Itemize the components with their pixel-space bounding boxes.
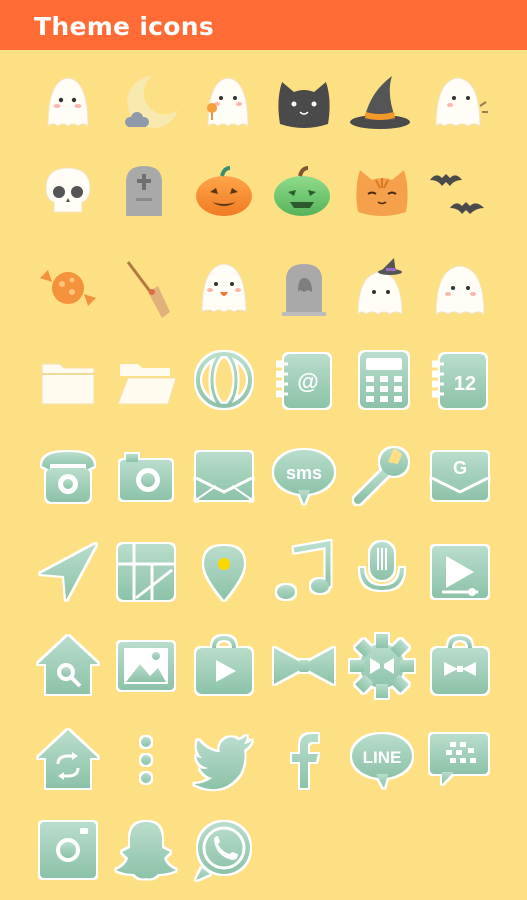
settings-gear-icon[interactable]: [350, 634, 414, 698]
home-sync-icon[interactable]: [36, 728, 100, 792]
location-pin-icon[interactable]: [192, 540, 256, 604]
ghost-witch-hat-icon[interactable]: [350, 256, 414, 320]
gravestone-cross-icon[interactable]: [112, 158, 176, 222]
microphone-icon[interactable]: [350, 540, 414, 604]
snapchat-icon[interactable]: [114, 818, 178, 882]
broom-icon[interactable]: [118, 256, 182, 320]
bowtie-bag-icon[interactable]: [428, 634, 492, 698]
moon-icon[interactable]: [120, 70, 184, 134]
globe-icon[interactable]: [192, 348, 256, 412]
page-title: Theme icons: [34, 12, 215, 41]
folder-open-icon[interactable]: [114, 348, 178, 412]
navigation-icon[interactable]: [36, 540, 100, 604]
ghost-icon[interactable]: [36, 70, 100, 134]
bowtie-icon[interactable]: [272, 634, 336, 698]
gallery-icon[interactable]: [114, 634, 178, 698]
ghost-tongue-icon[interactable]: [192, 256, 256, 320]
more-vertical-icon[interactable]: [114, 728, 178, 792]
candy-icon[interactable]: [36, 256, 100, 320]
bats-icon[interactable]: [428, 158, 492, 222]
line-label: LINE: [363, 748, 402, 767]
twitter-icon[interactable]: [192, 728, 256, 792]
skull-icon[interactable]: [36, 158, 100, 222]
facebook-icon[interactable]: [272, 728, 336, 792]
calculator-icon[interactable]: [352, 348, 416, 412]
header-bar: Theme icons: [0, 0, 527, 50]
phone-icon[interactable]: [36, 444, 100, 508]
black-cat-icon[interactable]: [272, 70, 336, 134]
calendar-icon[interactable]: 12: [428, 348, 492, 412]
ghost-plain-icon[interactable]: [428, 256, 492, 320]
orange-cat-icon[interactable]: [350, 158, 414, 222]
witch-hat-icon[interactable]: [348, 70, 412, 134]
contacts-icon[interactable]: @: [272, 348, 336, 412]
mail-icon[interactable]: [192, 444, 256, 508]
calendar-date-label: 12: [454, 373, 476, 395]
gmail-icon[interactable]: G: [428, 444, 492, 508]
line-icon[interactable]: LINE: [350, 728, 414, 792]
green-pumpkin-icon[interactable]: [270, 158, 334, 222]
sms-label: sms: [286, 463, 322, 483]
ghost-peek-icon[interactable]: [428, 70, 492, 134]
instagram-icon[interactable]: [36, 818, 100, 882]
maps-icon[interactable]: [114, 540, 178, 604]
ghost-lollipop-icon[interactable]: [196, 70, 260, 134]
bbm-icon[interactable]: [428, 728, 492, 792]
wrench-icon[interactable]: [350, 444, 414, 508]
contacts-at-label: @: [297, 369, 318, 394]
play-store-icon[interactable]: [428, 540, 492, 604]
sms-icon[interactable]: sms: [272, 444, 336, 508]
gmail-g-label: G: [453, 458, 467, 478]
folder-icon[interactable]: [36, 348, 100, 412]
home-search-icon[interactable]: [36, 634, 100, 698]
orange-pumpkin-icon[interactable]: [192, 158, 256, 222]
video-bag-icon[interactable]: [192, 634, 256, 698]
music-icon[interactable]: [272, 540, 336, 604]
gravestone-ghost-icon[interactable]: [272, 256, 336, 320]
whatsapp-icon[interactable]: [192, 818, 256, 882]
camera-icon[interactable]: [114, 444, 178, 508]
